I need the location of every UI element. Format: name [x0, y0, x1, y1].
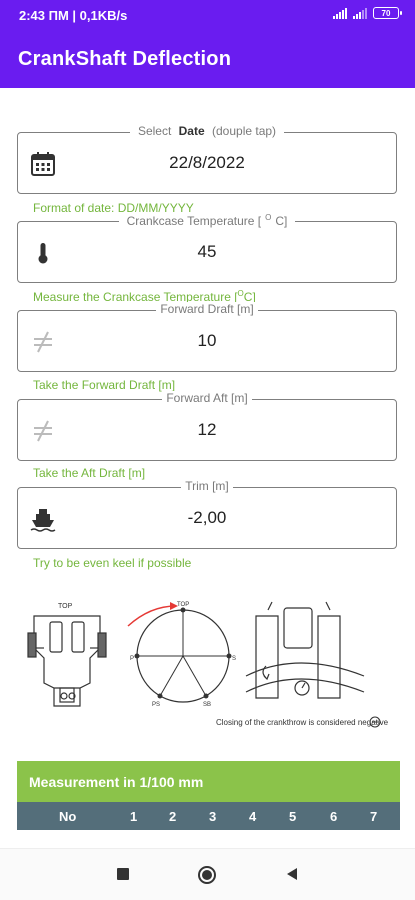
forward-draft-hint: Take the Forward Draft [m] [33, 378, 176, 392]
column-2: 2 [169, 809, 177, 824]
status-bar: 2:43 ПМ | 0,1KB/s 70 [0, 0, 415, 30]
column-3: 3 [209, 809, 217, 824]
date-value: 22/8/2022 [169, 153, 245, 172]
date-field[interactable]: Select Date (douple tap) 22/8/2022 [17, 124, 397, 194]
measurement-title: Measurement in 1/100 mm [29, 774, 204, 790]
aft-draft-hint: Take the Aft Draft [m] [33, 466, 146, 480]
battery-icon: 70 [373, 7, 402, 19]
home-button[interactable] [197, 865, 217, 885]
trim-label: Trim [m] [18, 479, 396, 493]
recents-button[interactable] [116, 867, 130, 881]
temperature-value: 45 [197, 242, 217, 261]
diagram-sb-label: SB [203, 702, 211, 708]
app-title: CrankShaft Deflection [18, 48, 232, 70]
column-7: 7 [370, 809, 378, 824]
trim-field: Trim [m] -2,00 [17, 479, 397, 549]
crankthrow-side-view [245, 601, 365, 699]
diagram-top-left-label: TOP [58, 603, 73, 610]
column-5: 5 [289, 809, 297, 824]
battery-level: 70 [381, 8, 391, 18]
forward-draft-label: Forward Draft [m] [18, 302, 396, 316]
crankcase-temperature-field[interactable]: Crankcase Temperature [O C] 45 [17, 213, 397, 283]
crank-positions-circle: TOP P S PS SB [127, 602, 236, 708]
back-button[interactable] [285, 867, 299, 881]
signal-icon [333, 7, 347, 19]
column-4: 4 [249, 809, 257, 824]
column-no: No [59, 809, 77, 824]
system-nav-bar [0, 848, 415, 900]
diagram-caption: Closing of the crankthrow is considered … [216, 718, 389, 727]
column-1: 1 [130, 809, 138, 824]
status-time: 2:43 ПМ | 0,1KB/s [19, 8, 128, 23]
measurement-header: Measurement in 1/100 mm [17, 761, 400, 802]
aft-draft-value: 12 [197, 420, 217, 439]
app-bar: CrankShaft Deflection [0, 30, 415, 88]
date-field-label: Select Date (douple tap) [18, 124, 396, 138]
trim-hint: Try to be even keel if possible [33, 556, 192, 570]
diagram-top-label: TOP [177, 602, 189, 608]
aft-draft-field[interactable]: Forward Aft [m] 12 [17, 391, 397, 461]
diagram-ps-label: PS [152, 702, 160, 708]
trim-value: -2,00 [187, 508, 227, 527]
status-icons: 70 [333, 7, 402, 19]
column-6: 6 [330, 809, 338, 824]
diagram-p-label: P [130, 656, 134, 662]
aft-draft-label: Forward Aft [m] [18, 391, 396, 405]
forward-draft-value: 10 [197, 331, 217, 350]
forward-draft-field[interactable]: Forward Draft [m] 10 [17, 302, 397, 372]
measurement-table-header: No 1 2 3 4 5 6 7 [17, 802, 400, 830]
signal-icon-2 [353, 7, 367, 19]
crank-front-view: TOP [27, 603, 107, 707]
temperature-field-label: Crankcase Temperature [O C] [18, 213, 396, 228]
diagram-s-label: S [232, 656, 236, 662]
